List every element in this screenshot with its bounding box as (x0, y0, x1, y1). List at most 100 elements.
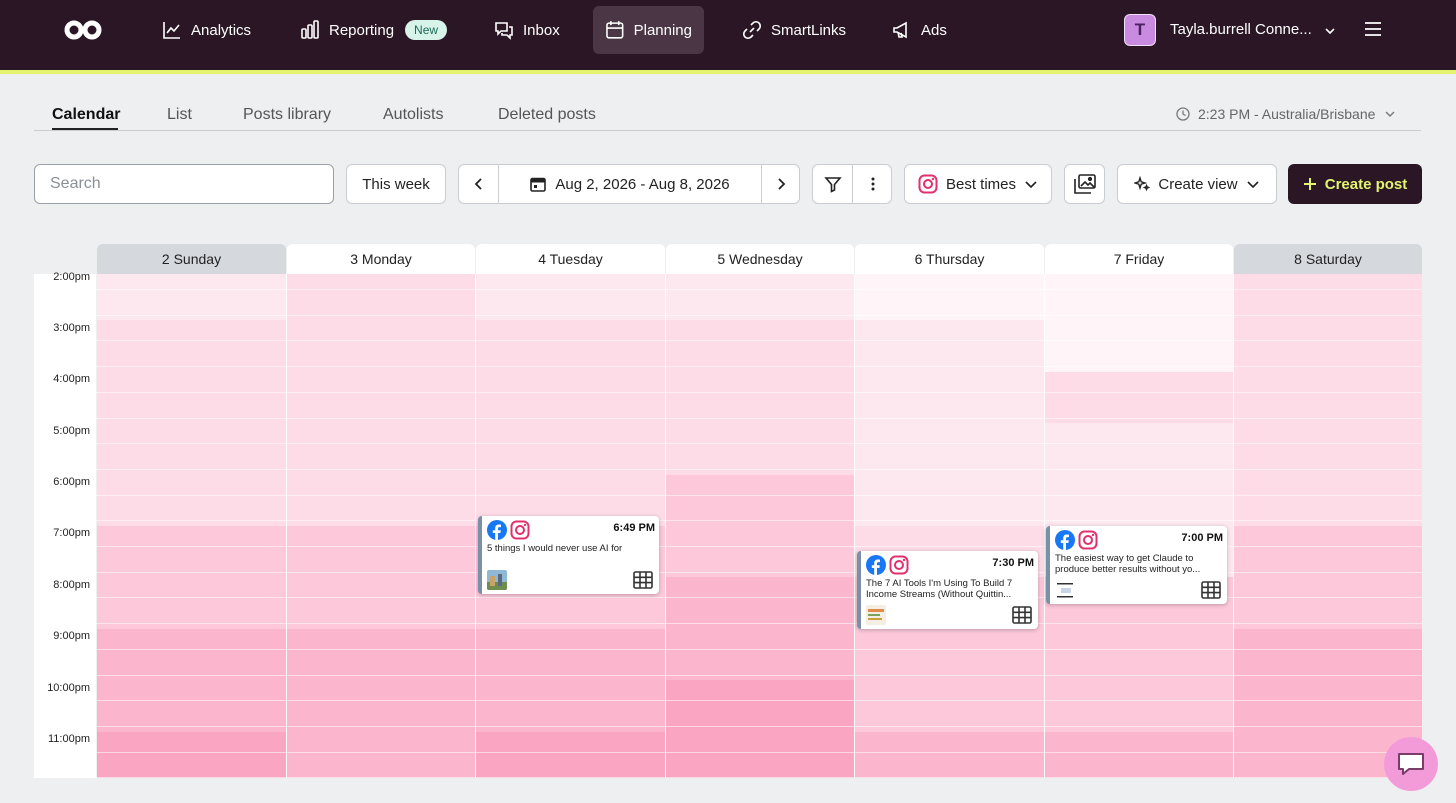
day-header-monday[interactable]: 3 Monday (287, 244, 475, 274)
heat-band (855, 274, 1044, 296)
heat-band (855, 705, 1044, 733)
day-header-friday[interactable]: 7 Friday (1045, 244, 1233, 274)
chat-support-button[interactable] (1384, 737, 1438, 791)
more-options-button[interactable] (853, 165, 892, 203)
logo-icon[interactable] (64, 20, 102, 40)
heat-band (666, 551, 854, 579)
day-header-thursday[interactable]: 6 Thursday (855, 244, 1044, 274)
heat-band (666, 757, 854, 778)
tab-autolists[interactable]: Autolists (383, 106, 443, 124)
day-header-sunday[interactable]: 2 Sunday (97, 244, 286, 274)
heat-band (666, 526, 854, 553)
heat-band (287, 423, 475, 450)
grid-preview-icon[interactable] (1201, 581, 1221, 599)
nav-reporting-label: Reporting (329, 21, 395, 39)
previous-week-button[interactable] (459, 165, 498, 203)
nav-smartlinks[interactable]: SmartLinks (730, 6, 858, 54)
time-gutter: 2:00pm 3:00pm 4:00pm 5:00pm 6:00pm 7:00p… (34, 271, 96, 778)
heat-band (666, 705, 854, 733)
avatar[interactable]: T (1124, 14, 1156, 46)
grid-preview-icon[interactable] (633, 571, 653, 589)
best-times-dropdown[interactable]: Best times (904, 164, 1052, 204)
day-column-sunday[interactable] (97, 274, 286, 778)
create-post-button[interactable]: Create post (1288, 164, 1422, 204)
day-column-monday[interactable] (287, 274, 475, 778)
nav-inbox[interactable]: Inbox (482, 6, 572, 54)
nav-analytics[interactable]: Analytics (150, 6, 263, 54)
heat-band (666, 423, 854, 450)
post-time: 7:00 PM (1181, 532, 1223, 544)
chevron-right-icon (778, 178, 786, 190)
heat-band (666, 654, 854, 682)
chevron-down-icon[interactable] (1323, 24, 1337, 38)
heat-band (1234, 500, 1422, 527)
heat-band (97, 346, 286, 373)
heat-band (1045, 294, 1233, 322)
heat-band (97, 628, 286, 656)
heat-band (855, 731, 1044, 759)
heat-band (1234, 526, 1422, 553)
search-input[interactable] (34, 164, 334, 204)
timezone-selector[interactable]: 2:23 PM - Australia/Brisbane (1176, 106, 1397, 122)
time-label: 7:00pm (53, 527, 90, 539)
heat-band (1045, 423, 1233, 450)
heat-band (287, 397, 475, 425)
day-column-wednesday[interactable] (666, 274, 854, 778)
date-range-picker[interactable]: Aug 2, 2026 - Aug 8, 2026 (499, 165, 761, 203)
heat-band (1045, 731, 1233, 759)
day-header-wednesday[interactable]: 5 Wednesday (666, 244, 854, 274)
day-column-thursday[interactable] (855, 274, 1044, 778)
hour-line (96, 700, 1422, 702)
filter-icon (823, 177, 842, 193)
post-networks (866, 555, 909, 575)
heat-band (855, 757, 1044, 778)
active-tab-indicator (52, 128, 118, 130)
grid-preview-icon[interactable] (1012, 606, 1032, 624)
heat-band (476, 320, 665, 348)
filter-button[interactable] (813, 165, 852, 203)
account-name[interactable]: Tayla.burrell Conne... (1170, 21, 1312, 38)
heat-band (1045, 448, 1233, 476)
heat-band (855, 423, 1044, 450)
heat-band (1045, 346, 1233, 373)
day-header-tuesday[interactable]: 4 Tuesday (476, 244, 665, 274)
heat-band (97, 551, 286, 579)
heat-band (97, 526, 286, 553)
tab-list[interactable]: List (167, 106, 192, 124)
day-header-saturday[interactable]: 8 Saturday (1234, 244, 1422, 274)
post-card[interactable]: 6:49 PM 5 things I would never use AI fo… (478, 516, 659, 594)
tab-calendar[interactable]: Calendar (52, 106, 120, 124)
heat-band (666, 274, 854, 296)
nav-ads[interactable]: Ads (880, 6, 959, 54)
post-card[interactable]: 7:00 PM The easiest way to get Claude to… (1046, 526, 1227, 604)
heat-band (666, 603, 854, 630)
heat-band (855, 397, 1044, 425)
hamburger-menu-icon[interactable] (1364, 21, 1382, 37)
heat-band (97, 474, 286, 502)
heat-band (287, 577, 475, 605)
next-week-button[interactable] (762, 165, 800, 203)
tab-deleted-posts[interactable]: Deleted posts (498, 106, 596, 124)
nav-reporting[interactable]: Reporting New (288, 6, 459, 54)
new-badge: New (405, 20, 448, 40)
day-column-saturday[interactable] (1234, 274, 1422, 778)
post-card[interactable]: 7:30 PM The 7 AI Tools I'm Using To Buil… (857, 551, 1038, 629)
plus-icon (1303, 178, 1316, 190)
create-view-dropdown[interactable]: Create view (1117, 164, 1277, 204)
tab-divider (34, 130, 1421, 131)
column-divider (1044, 274, 1045, 778)
nav-planning[interactable]: Planning (593, 6, 704, 54)
heat-band (287, 274, 475, 296)
tab-posts-library[interactable]: Posts library (243, 106, 331, 124)
heat-band (1234, 705, 1422, 733)
heat-band (287, 757, 475, 778)
heat-band (1234, 397, 1422, 425)
this-week-button[interactable]: This week (346, 164, 446, 204)
instagram-icon (889, 555, 909, 575)
heat-band (666, 680, 854, 707)
heat-band (97, 705, 286, 733)
heat-band (476, 423, 665, 450)
heat-band (97, 274, 286, 296)
media-view-button[interactable] (1064, 164, 1105, 204)
heat-band (1234, 320, 1422, 348)
